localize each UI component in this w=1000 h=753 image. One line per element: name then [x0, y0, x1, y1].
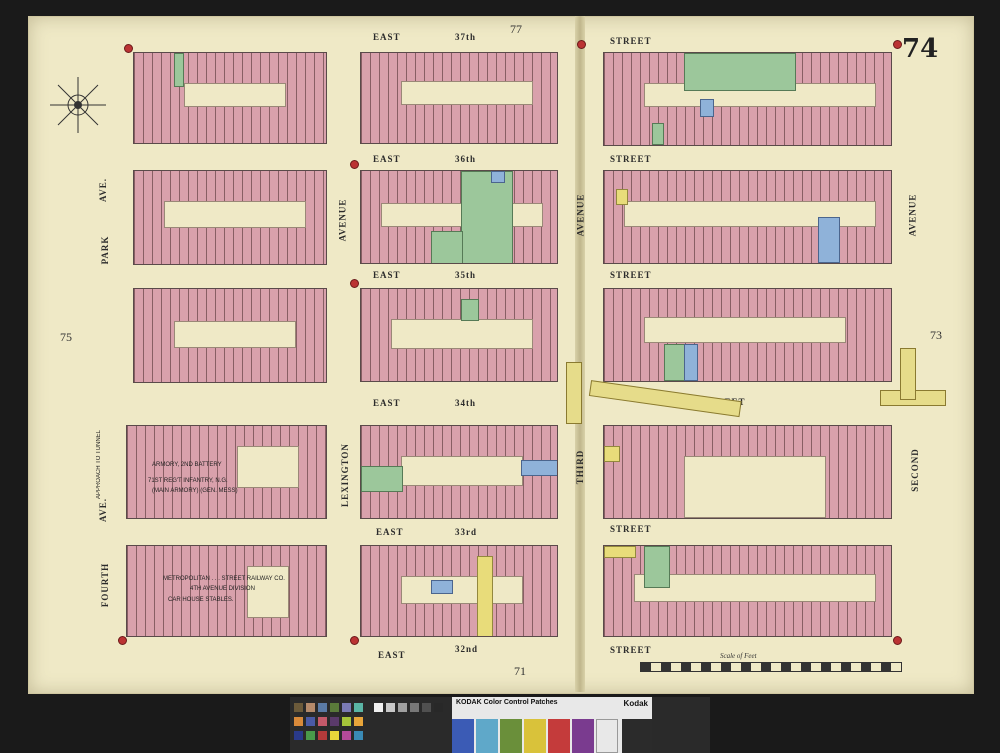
street-e32-prefix: EAST — [378, 650, 406, 660]
street-e33-suffix: STREET — [610, 524, 652, 534]
scale-label: Scale of Feet — [720, 652, 757, 660]
color-patch-magenta — [572, 719, 594, 753]
avenue-third-avenue: AVENUE — [575, 193, 586, 237]
hydrant-marker — [893, 40, 902, 49]
block-35-34-park-lex[interactable] — [133, 288, 327, 383]
street-e36-prefix: EAST — [373, 154, 401, 164]
block-33-32-third-second[interactable] — [603, 545, 892, 637]
hydrant-marker — [350, 636, 359, 645]
hydrant-marker — [893, 636, 902, 645]
street-e37-suffix: STREET — [610, 36, 652, 46]
adjacent-plate-right[interactable]: 73 — [930, 328, 942, 343]
street-e37-name: 37th — [455, 32, 477, 42]
street-e33-prefix: EAST — [376, 527, 404, 537]
hydrant-marker — [118, 636, 127, 645]
street-e35-name: 35th — [455, 270, 477, 280]
street-e34-prefix: EAST — [373, 398, 401, 408]
kodak-color-patches: KODAK Color Control Patches Kodak — [452, 697, 652, 753]
hydrant-marker — [350, 160, 359, 169]
block-36-35-third-second[interactable] — [603, 170, 892, 264]
street-e32-name: 32nd — [455, 644, 479, 654]
avenue-park-suffix: AVE. — [98, 177, 108, 203]
hydrant-marker — [350, 279, 359, 288]
block-36-35-lex-third[interactable] — [360, 170, 558, 264]
color-patch-blue — [452, 719, 474, 753]
color-patch-black — [622, 719, 652, 753]
label-armory-2: 71st REG'T INFANTRY, N.G. — [148, 478, 228, 484]
color-patch-yellow — [524, 719, 546, 753]
block-37-36-park-lex[interactable] — [133, 52, 327, 144]
block-35-34-third-second[interactable] — [603, 288, 892, 382]
street-e36-name: 36th — [455, 154, 477, 164]
hydrant-marker — [124, 44, 133, 53]
avenue-lexington-avenue: AVENUE — [337, 198, 348, 242]
street-e34-name: 34th — [455, 398, 477, 408]
map-viewer[interactable]: 74 77 75 73 71 EAST 37th STREET EAST 36t… — [0, 0, 1000, 753]
block-34-33-third-second[interactable] — [603, 425, 892, 519]
label-metropolitan-1: METROPOLITAN . . . STREET RAILWAY CO. — [163, 576, 285, 582]
adjacent-plate-left[interactable]: 75 — [60, 330, 72, 345]
color-patch-green — [500, 719, 522, 753]
avenue-second: SECOND — [910, 448, 920, 492]
kodak-brand: Kodak — [623, 699, 648, 708]
label-armory-1: ARMORY, 2nd BATTERY — [152, 462, 222, 468]
avenue-fourth-suffix: AVE. — [98, 497, 108, 523]
color-patch-cyan — [476, 719, 498, 753]
compass-rose-icon — [50, 77, 106, 133]
label-metropolitan-3: CAR HOUSE STABLES. — [168, 597, 234, 603]
plate-number: 74 — [902, 34, 939, 64]
block-36-35-park-lex[interactable] — [133, 170, 327, 265]
adjacent-plate-bottom[interactable]: 71 — [514, 664, 526, 679]
scale-bar — [640, 662, 902, 672]
avenue-park: PARK — [100, 235, 110, 265]
label-armory-3: (Main Armory) (Gen. Mess) — [152, 488, 238, 494]
label-approach-tunnel: APPROACH TO TUNNEL — [96, 430, 102, 500]
color-patch-white — [596, 719, 618, 753]
elevated-rail-second-ave-north — [900, 348, 916, 400]
block-37-36-lex-third[interactable] — [360, 52, 558, 144]
block-37-36-third-second[interactable] — [603, 52, 892, 146]
street-e35-suffix: STREET — [610, 270, 652, 280]
block-armory[interactable] — [126, 425, 327, 519]
kodak-title: KODAK Color Control Patches — [456, 699, 558, 706]
elevated-rail-third-ave — [566, 362, 582, 424]
avenue-fourth: FOURTH — [100, 562, 110, 608]
block-34-33-lex-third[interactable] — [360, 425, 558, 519]
page-gutter — [575, 16, 585, 692]
avenue-second-avenue: AVENUE — [907, 193, 918, 237]
color-patch-red — [548, 719, 570, 753]
street-e36-suffix: STREET — [610, 154, 652, 164]
block-33-32-lex-third[interactable] — [360, 545, 558, 637]
street-e33-name: 33rd — [455, 527, 477, 537]
avenue-third: THIRD — [575, 449, 585, 485]
block-35-34-lex-third[interactable] — [360, 288, 558, 382]
adjacent-plate-top[interactable]: 77 — [510, 22, 522, 37]
label-metropolitan-2: 4th AVENUE DIVISION — [190, 586, 255, 592]
street-e32-suffix: STREET — [610, 645, 652, 655]
street-e37-prefix: EAST — [373, 32, 401, 42]
street-e35-prefix: EAST — [373, 270, 401, 280]
hydrant-marker — [577, 40, 586, 49]
avenue-lexington: LEXINGTON — [340, 443, 350, 507]
